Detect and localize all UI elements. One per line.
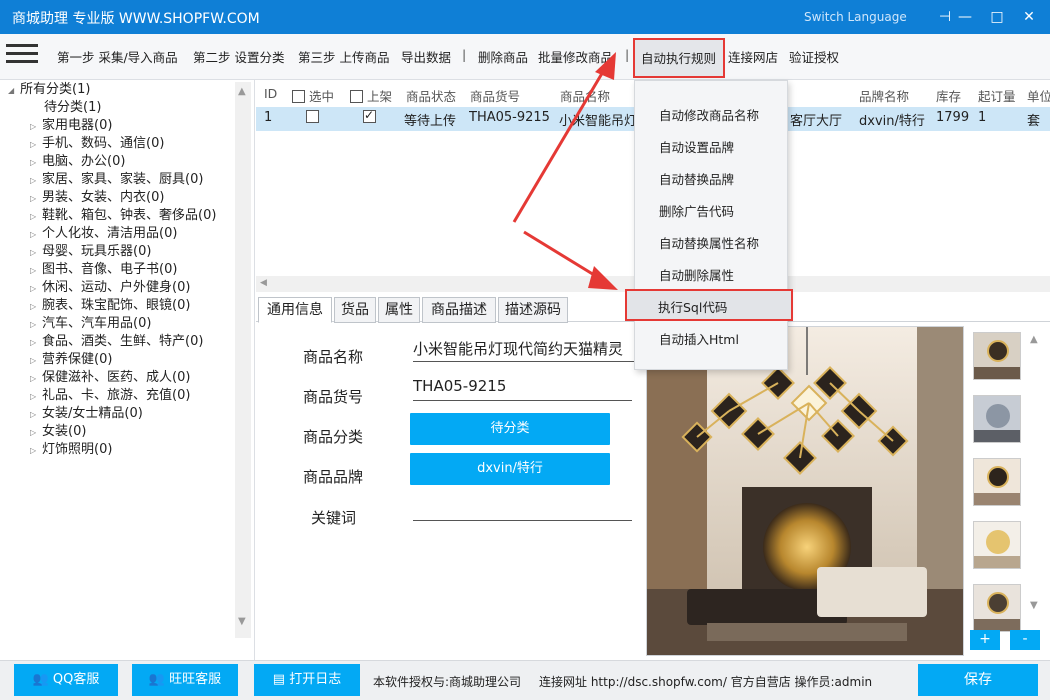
open-log-button[interactable]: ▤ 打开日志 (254, 664, 360, 696)
license-text: 本软件授权与:商城助理公司 (373, 675, 522, 689)
document-icon: ▤ (272, 672, 286, 687)
footer-bar: 👥 QQ客服 👥 旺旺客服 ▤ 打开日志 本软件授权与:商城助理公司 连接网址 … (0, 660, 1050, 700)
users-icon: 👥 (32, 672, 49, 687)
annotation-arrows (512, 52, 618, 290)
save-button[interactable]: 保存 (918, 664, 1038, 696)
qq-support-button[interactable]: 👥 QQ客服 (14, 664, 118, 696)
users-icon: 👥 (148, 672, 166, 687)
wangwang-support-button[interactable]: 👥 旺旺客服 (132, 664, 238, 696)
connection-text: 连接网址 http://dsc.shopfw.com/ 官方自营店 操作员:ad… (539, 675, 873, 689)
